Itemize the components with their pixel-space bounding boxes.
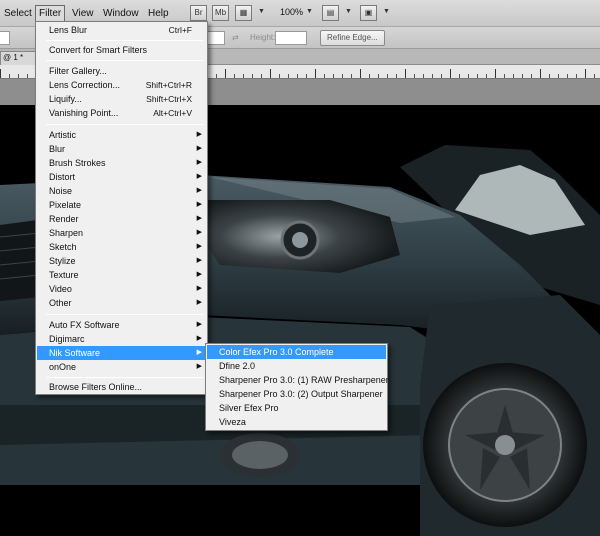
menu-item-lens-correction[interactable]: Lens Correction... Shift+Ctrl+R xyxy=(37,78,206,92)
document-tab[interactable]: @ 1 * xyxy=(0,51,36,65)
menu-item-blur[interactable]: Blur ▶ xyxy=(37,142,206,156)
menu-item-color-efex-pro[interactable]: Color Efex Pro 3.0 Complete xyxy=(207,345,386,359)
arrange-documents-icon[interactable]: ▤ xyxy=(322,5,339,21)
screen-mode-dropdown-icon[interactable]: ▼ xyxy=(383,8,390,15)
zoom-dropdown-icon[interactable]: ▼ xyxy=(306,8,313,15)
menu-item-dfine[interactable]: Dfine 2.0 xyxy=(207,359,386,373)
submenu-arrow-icon: ▶ xyxy=(196,173,202,180)
submenu-arrow-icon: ▶ xyxy=(196,321,202,328)
menu-item-filter-gallery[interactable]: Filter Gallery... xyxy=(37,64,206,78)
menu-item-viveza[interactable]: Viveza xyxy=(207,415,386,429)
menu-item-brush-strokes[interactable]: Brush Strokes ▶ xyxy=(37,156,206,170)
menu-item-render[interactable]: Render ▶ xyxy=(37,212,206,226)
menu-item-sharpen[interactable]: Sharpen ▶ xyxy=(37,226,206,240)
submenu-arrow-icon: ▶ xyxy=(196,159,202,166)
filter-menu: Lens Blur Ctrl+F Convert for Smart Filter… xyxy=(35,21,208,395)
menu-item-stylize[interactable]: Stylize ▶ xyxy=(37,254,206,268)
menu-item-vanishing-point[interactable]: Vanishing Point... Alt+Ctrl+V xyxy=(37,106,206,120)
menu-item-lens-blur[interactable]: Lens Blur Ctrl+F xyxy=(37,23,206,37)
menu-item-pixelate[interactable]: Pixelate ▶ xyxy=(37,198,206,212)
submenu-arrow-icon: ▶ xyxy=(196,363,202,370)
submenu-arrow-icon: ▶ xyxy=(196,335,202,342)
menu-item-distort[interactable]: Distort ▶ xyxy=(37,170,206,184)
menu-item-auto-fx[interactable]: Auto FX Software ▶ xyxy=(37,318,206,332)
width-field[interactable] xyxy=(205,31,225,45)
arrange-dropdown-icon[interactable]: ▼ xyxy=(345,8,352,15)
menu-item-sketch[interactable]: Sketch ▶ xyxy=(37,240,206,254)
submenu-arrow-icon: ▶ xyxy=(196,271,202,278)
submenu-arrow-icon: ▶ xyxy=(196,187,202,194)
menu-item-nik-software[interactable]: Nik Software ▶ xyxy=(37,346,206,360)
view-extras-dropdown-icon[interactable]: ▼ xyxy=(258,8,265,15)
submenu-arrow-icon: ▶ xyxy=(196,349,202,356)
zoom-level[interactable]: 100% xyxy=(280,7,303,17)
menu-item-sharpener-raw[interactable]: Sharpener Pro 3.0: (1) RAW Presharpener xyxy=(207,373,389,387)
height-label: Height: xyxy=(250,33,276,42)
menu-view[interactable]: View xyxy=(69,6,97,21)
height-field[interactable] xyxy=(275,31,307,45)
minibridge-icon[interactable]: Mb xyxy=(212,5,229,21)
menu-item-sharpener-output[interactable]: Sharpener Pro 3.0: (2) Output Sharpener xyxy=(207,387,386,401)
submenu-arrow-icon: ▶ xyxy=(196,131,202,138)
menu-item-texture[interactable]: Texture ▶ xyxy=(37,268,206,282)
menu-item-video[interactable]: Video ▶ xyxy=(37,282,206,296)
swap-icon[interactable]: ⇄ xyxy=(232,33,239,42)
submenu-arrow-icon: ▶ xyxy=(196,257,202,264)
menu-item-silver-efex-pro[interactable]: Silver Efex Pro xyxy=(207,401,386,415)
nik-software-submenu: Color Efex Pro 3.0 Complete Dfine 2.0 Sh… xyxy=(205,343,389,431)
menu-item-onone[interactable]: onOne ▶ xyxy=(37,360,206,374)
bridge-icon[interactable]: Br xyxy=(190,5,207,21)
menu-window[interactable]: Window xyxy=(100,6,142,21)
submenu-arrow-icon: ▶ xyxy=(196,145,202,152)
menu-item-artistic[interactable]: Artistic ▶ xyxy=(37,128,206,142)
menu-help[interactable]: Help xyxy=(145,6,172,21)
style-field[interactable] xyxy=(0,31,10,45)
submenu-arrow-icon: ▶ xyxy=(196,201,202,208)
submenu-arrow-icon: ▶ xyxy=(196,299,202,306)
menu-item-browse-filters-online[interactable]: Browse Filters Online... xyxy=(37,380,206,394)
menu-item-noise[interactable]: Noise ▶ xyxy=(37,184,206,198)
submenu-arrow-icon: ▶ xyxy=(196,229,202,236)
menu-select[interactable]: Select xyxy=(1,6,35,21)
screen-mode-icon[interactable]: ▣ xyxy=(360,5,377,21)
refine-edge-button[interactable]: Refine Edge... xyxy=(320,30,385,46)
menu-filter[interactable]: Filter xyxy=(35,5,66,22)
submenu-arrow-icon: ▶ xyxy=(196,215,202,222)
view-extras-icon[interactable]: ▦ xyxy=(235,5,252,21)
submenu-arrow-icon: ▶ xyxy=(196,243,202,250)
menu-item-other[interactable]: Other ▶ xyxy=(37,296,206,310)
submenu-arrow-icon: ▶ xyxy=(196,285,202,292)
menu-item-liquify[interactable]: Liquify... Shift+Ctrl+X xyxy=(37,92,206,106)
menu-item-digimarc[interactable]: Digimarc ▶ xyxy=(37,332,206,346)
menu-item-convert-smart-filters[interactable]: Convert for Smart Filters xyxy=(37,43,206,57)
